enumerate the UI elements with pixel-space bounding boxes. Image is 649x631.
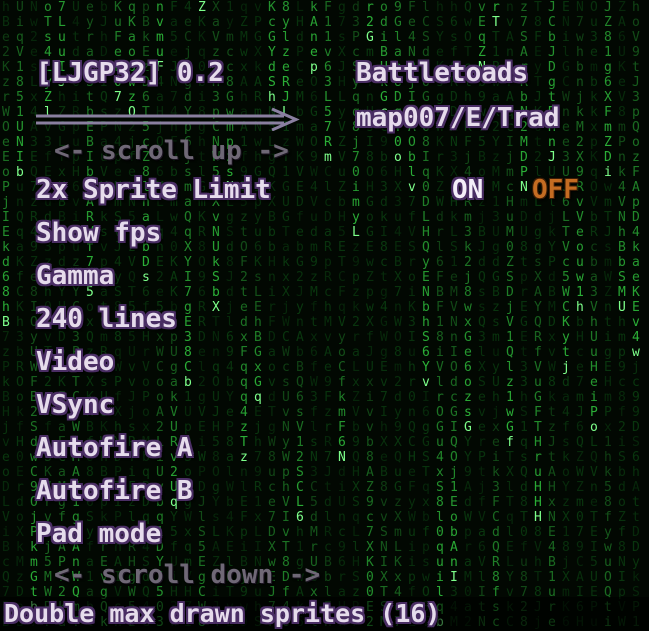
long-arrow-right-icon <box>36 107 300 131</box>
menu-item-autofire-a[interactable]: Autofire A <box>36 433 193 463</box>
rom-path-label: map007/E/Trad <box>356 103 560 133</box>
option-description: Double max drawn sprites (16) <box>4 599 441 628</box>
menu-item-gamma[interactable]: Gamma <box>36 261 114 291</box>
option-off-selected[interactable]: OFF <box>532 175 579 205</box>
menu-item-240-lines[interactable]: 240 lines <box>36 304 177 334</box>
menu-item-vsync[interactable]: VSync <box>36 390 114 420</box>
emulator-version-label: [LJGP32] 0.2 <box>36 58 224 88</box>
game-title: Battletoads <box>356 58 529 88</box>
menu-item-video[interactable]: Video <box>36 347 114 377</box>
game-menu-screen: h B e 2 K z r W O e E o P j I E k d 6 8 … <box>0 0 649 631</box>
scroll-up-button[interactable]: <- scroll up -> <box>54 136 289 166</box>
menu-item-show-fps[interactable]: Show fps <box>36 218 161 248</box>
scroll-down-button[interactable]: <- scroll down -> <box>54 560 320 590</box>
status-bar: Double max drawn sprites (16) <box>0 597 649 631</box>
menu-item-sprite-limit[interactable]: 2x Sprite Limit <box>36 175 271 205</box>
menu-item-pad-mode[interactable]: Pad mode <box>36 519 161 549</box>
option-on[interactable]: ON <box>452 175 483 205</box>
menu-item-autofire-b[interactable]: Autofire B <box>36 476 193 506</box>
